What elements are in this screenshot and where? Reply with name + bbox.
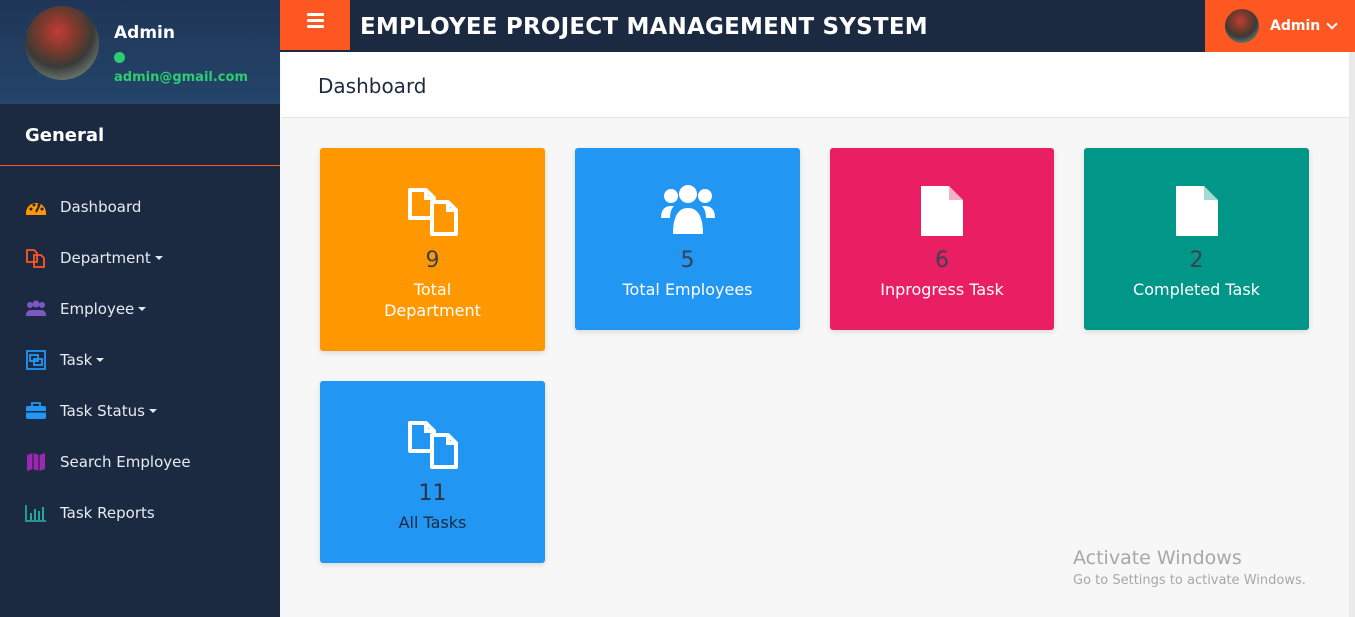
sidebar-item-task-reports[interactable]: Task Reports — [0, 487, 280, 538]
user-menu-button[interactable]: Admin — [1205, 0, 1355, 52]
sidebar-item-label: Dashboard — [60, 197, 142, 216]
profile-email: admin@gmail.com — [114, 70, 248, 85]
online-status-dot — [114, 52, 125, 63]
sidebar-menu: Dashboard Department Employee Task Task … — [0, 181, 280, 538]
menu-toggle-button[interactable] — [280, 0, 350, 50]
page-header: Dashboard — [281, 52, 1349, 118]
card-label-line2: Department — [384, 301, 481, 320]
scrollbar[interactable] — [1349, 52, 1355, 617]
profile-panel: Admin admin@gmail.com — [0, 0, 280, 104]
card-value: 9 — [425, 248, 440, 273]
card-value: 5 — [680, 248, 695, 273]
sidebar-item-label: Department — [60, 249, 163, 267]
avatar — [25, 6, 99, 80]
stat-card-inprogress-task[interactable]: 6 Inprogress Task — [830, 148, 1054, 330]
stat-card-total-employees[interactable]: 5 Total Employees — [575, 148, 800, 330]
sidebar-item-label: Task Status — [60, 402, 157, 420]
hamburger-icon — [306, 12, 324, 16]
sidebar-item-label: Search Employee — [60, 452, 191, 471]
app-title: EMPLOYEE PROJECT MANAGEMENT SYSTEM — [360, 14, 928, 40]
activation-watermark-title: Activate Windows — [1073, 547, 1242, 569]
bar-chart-icon — [24, 501, 48, 525]
hamburger-icon-line — [306, 24, 324, 28]
caret-down-icon — [154, 256, 163, 260]
sidebar: Admin admin@gmail.com General Dashboard … — [0, 0, 280, 617]
card-label: Completed Task — [1133, 280, 1260, 299]
sidebar-item-employee[interactable]: Employee — [0, 283, 280, 334]
card-value: 11 — [418, 481, 447, 506]
sidebar-section-header: General — [0, 104, 280, 166]
caret-down-icon — [138, 307, 147, 311]
card-label: Inprogress Task — [880, 280, 1004, 299]
card-label: Total Employees — [622, 280, 753, 299]
caret-down-icon — [96, 358, 105, 362]
stat-card-completed-task[interactable]: 2 Completed Task — [1084, 148, 1309, 330]
briefcase-icon — [24, 399, 48, 423]
page-title: Dashboard — [318, 74, 427, 98]
sidebar-item-dashboard[interactable]: Dashboard — [0, 181, 280, 232]
dashboard-icon — [24, 195, 48, 219]
card-value: 2 — [1189, 248, 1204, 273]
sidebar-item-label: Task Reports — [60, 503, 155, 522]
users-icon — [24, 297, 48, 321]
file-icon — [1084, 184, 1309, 240]
avatar — [1225, 9, 1259, 43]
object-group-icon — [24, 348, 48, 372]
stat-card-all-tasks[interactable]: 11 All Tasks — [320, 381, 545, 563]
users-icon — [575, 184, 800, 240]
sidebar-item-label: Employee — [60, 300, 147, 318]
sidebar-item-label: Task — [60, 351, 105, 369]
sidebar-item-task[interactable]: Task — [0, 334, 280, 385]
card-value: 6 — [935, 248, 949, 273]
card-label: All Tasks — [398, 513, 467, 532]
section-title: General — [25, 125, 105, 146]
chevron-down-icon — [1326, 17, 1338, 30]
caret-down-icon — [148, 409, 157, 413]
copy-icon — [24, 246, 48, 270]
sidebar-item-department[interactable]: Department — [0, 232, 280, 283]
map-icon — [24, 450, 48, 474]
file-icon — [830, 184, 1054, 240]
activation-watermark-subtitle: Go to Settings to activate Windows. — [1073, 573, 1306, 588]
profile-name: Admin — [114, 23, 175, 43]
card-label-line1: Total — [413, 280, 452, 299]
copy-icon — [320, 184, 545, 240]
top-navbar: EMPLOYEE PROJECT MANAGEMENT SYSTEM Admin — [280, 0, 1355, 52]
user-menu-label: Admin — [1270, 18, 1321, 34]
sidebar-item-search-employee[interactable]: Search Employee — [0, 436, 280, 487]
sidebar-item-task-status[interactable]: Task Status — [0, 385, 280, 436]
copy-icon — [320, 417, 545, 473]
stat-card-total-department[interactable]: 9 Total Department — [320, 148, 545, 351]
hamburger-icon-line — [306, 18, 324, 22]
card-label: Total Department — [384, 279, 481, 321]
